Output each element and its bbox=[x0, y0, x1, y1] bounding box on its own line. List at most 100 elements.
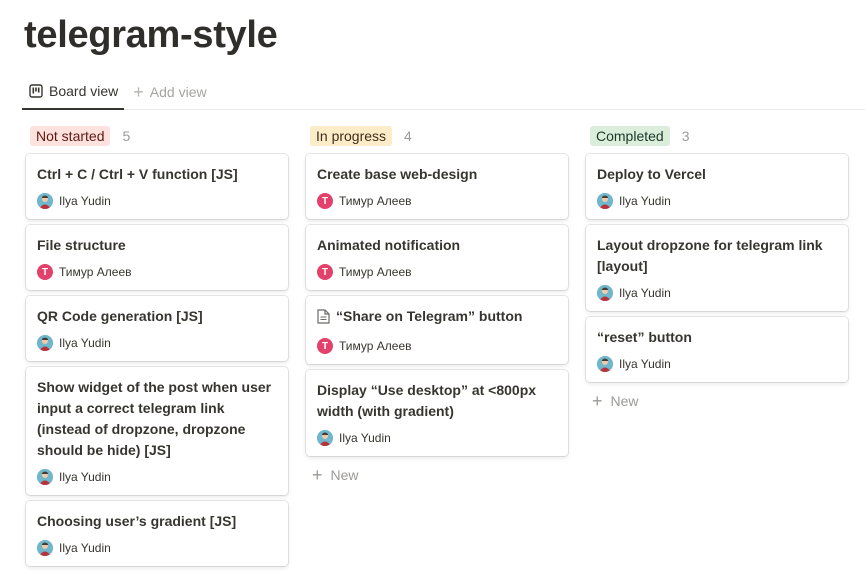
card-title-text: “Share on Telegram” button bbox=[336, 308, 523, 324]
board-column: Not started 5 Ctrl + C / Ctrl + V function… bbox=[26, 124, 288, 572]
assignee: Ilya Yudin bbox=[37, 193, 278, 209]
assignee: Ilya Yudin bbox=[37, 540, 278, 556]
avatar bbox=[597, 356, 613, 372]
avatar bbox=[317, 430, 333, 446]
column-header: Completed 3 bbox=[586, 124, 848, 148]
plus-icon: + bbox=[312, 465, 323, 485]
card-title-text: Choosing user’s gradient [JS] bbox=[37, 513, 237, 529]
assignee-name: Ilya Yudin bbox=[619, 194, 671, 208]
card-title: Create base web-design bbox=[317, 164, 558, 185]
card-title: QR Code generation [JS] bbox=[37, 306, 278, 327]
task-card[interactable]: Layout dropzone for telegram link [layou… bbox=[586, 225, 848, 311]
task-card[interactable]: Deploy to Vercel Ilya Yudin bbox=[586, 154, 848, 219]
avatar bbox=[37, 540, 53, 556]
assignee-name: Тимур Алеев bbox=[59, 265, 132, 279]
task-card[interactable]: File structure T Тимур Алеев bbox=[26, 225, 288, 290]
task-card[interactable]: Choosing user’s gradient [JS] Ilya Yudin bbox=[26, 501, 288, 566]
task-card[interactable]: Show widget of the post when user input … bbox=[26, 367, 288, 495]
tab-board-view[interactable]: Board view bbox=[22, 78, 125, 110]
card-title-text: File structure bbox=[37, 237, 126, 253]
assignee: T Тимур Алеев bbox=[317, 264, 558, 280]
assignee: Ilya Yudin bbox=[37, 335, 278, 351]
assignee: Ilya Yudin bbox=[597, 356, 838, 372]
card-title: “reset” button bbox=[597, 327, 838, 348]
card-title: “Share on Telegram” button bbox=[317, 306, 558, 330]
assignee: Ilya Yudin bbox=[37, 469, 278, 485]
board-column: Completed 3 Deploy to Vercel Ilya Yudin Layo… bbox=[586, 124, 848, 414]
card-title: Ctrl + C / Ctrl + V function [JS] bbox=[37, 164, 278, 185]
avatar bbox=[597, 285, 613, 301]
add-view-label: Add view bbox=[149, 83, 207, 100]
assignee-name: Ilya Yudin bbox=[59, 336, 111, 350]
task-card[interactable]: Create base web-design T Тимур Алеев bbox=[306, 154, 568, 219]
new-card-label: New bbox=[610, 393, 639, 409]
avatar bbox=[37, 193, 53, 209]
avatar: T bbox=[317, 264, 333, 280]
assignee-name: Тимур Алеев bbox=[339, 339, 412, 353]
task-card[interactable]: “Share on Telegram” button T Тимур Алеев bbox=[306, 296, 568, 364]
task-card[interactable]: “reset” button Ilya Yudin bbox=[586, 317, 848, 382]
new-card-button[interactable]: + New bbox=[586, 388, 848, 414]
avatar: T bbox=[317, 338, 333, 354]
plus-icon: + bbox=[592, 391, 603, 411]
avatar bbox=[37, 335, 53, 351]
view-tabs: Board view + Add view bbox=[22, 78, 865, 110]
card-title-text: QR Code generation [JS] bbox=[37, 308, 203, 324]
status-tag: In progress bbox=[310, 126, 393, 146]
page: telegram-style Board view + Add view Not… bbox=[0, 0, 865, 582]
card-title-text: Ctrl + C / Ctrl + V function [JS] bbox=[37, 166, 238, 182]
assignee: Ilya Yudin bbox=[597, 285, 838, 301]
board-icon bbox=[29, 83, 43, 98]
column-count: 5 bbox=[122, 128, 131, 144]
document-icon bbox=[317, 309, 330, 330]
new-card-button[interactable]: + New bbox=[306, 462, 568, 488]
assignee-name: Ilya Yudin bbox=[59, 470, 111, 484]
card-title: Show widget of the post when user input … bbox=[37, 377, 278, 461]
card-title: Choosing user’s gradient [JS] bbox=[37, 511, 278, 532]
card-title-text: Layout dropzone for telegram link [layou… bbox=[597, 237, 823, 274]
column-count: 3 bbox=[681, 128, 690, 144]
card-title: Animated notification bbox=[317, 235, 558, 256]
card-title-text: Create base web-design bbox=[317, 166, 478, 182]
new-card-label: New bbox=[330, 467, 359, 483]
avatar: T bbox=[37, 264, 53, 280]
assignee: Ilya Yudin bbox=[597, 193, 838, 209]
column-header: Not started 5 bbox=[26, 124, 288, 148]
status-tag: Not started bbox=[30, 126, 111, 146]
column-header: In progress 4 bbox=[306, 124, 568, 148]
assignee-name: Ilya Yudin bbox=[619, 286, 671, 300]
card-title: Layout dropzone for telegram link [layou… bbox=[597, 235, 838, 277]
add-view-button[interactable]: + Add view bbox=[126, 78, 212, 105]
assignee-name: Ilya Yudin bbox=[339, 431, 391, 445]
avatar bbox=[37, 469, 53, 485]
assignee: T Тимур Алеев bbox=[317, 193, 558, 209]
task-card[interactable]: Display “Use desktop” at <800px width (w… bbox=[306, 370, 568, 456]
assignee-name: Ilya Yudin bbox=[59, 194, 111, 208]
assignee: Ilya Yudin bbox=[317, 430, 558, 446]
avatar bbox=[597, 193, 613, 209]
assignee-name: Тимур Алеев bbox=[339, 194, 412, 208]
plus-icon: + bbox=[133, 81, 144, 102]
card-title: File structure bbox=[37, 235, 278, 256]
assignee: T Тимур Алеев bbox=[37, 264, 278, 280]
assignee-name: Ilya Yudin bbox=[619, 357, 671, 371]
assignee-name: Ilya Yudin bbox=[59, 541, 111, 555]
card-title-text: Animated notification bbox=[317, 237, 461, 253]
card-title: Display “Use desktop” at <800px width (w… bbox=[317, 380, 558, 422]
card-title-text: Deploy to Vercel bbox=[597, 166, 706, 182]
column-count: 4 bbox=[404, 128, 412, 144]
assignee-name: Тимур Алеев bbox=[339, 265, 412, 279]
tab-board-view-label: Board view bbox=[49, 82, 119, 99]
task-card[interactable]: QR Code generation [JS] Ilya Yudin bbox=[26, 296, 288, 361]
assignee: T Тимур Алеев bbox=[317, 338, 558, 354]
board-column: In progress 4 Create base web-design T Тимур… bbox=[306, 124, 568, 488]
status-tag: Completed bbox=[590, 126, 670, 146]
card-title: Deploy to Vercel bbox=[597, 164, 838, 185]
card-title-text: Display “Use desktop” at <800px width (w… bbox=[317, 382, 537, 419]
task-card[interactable]: Animated notification T Тимур Алеев bbox=[306, 225, 568, 290]
page-title: telegram-style bbox=[24, 14, 278, 56]
card-title-text: Show widget of the post when user input … bbox=[37, 379, 272, 458]
card-title-text: “reset” button bbox=[597, 329, 692, 345]
task-card[interactable]: Ctrl + C / Ctrl + V function [JS] Ilya Yu… bbox=[26, 154, 288, 219]
avatar: T bbox=[317, 193, 333, 209]
